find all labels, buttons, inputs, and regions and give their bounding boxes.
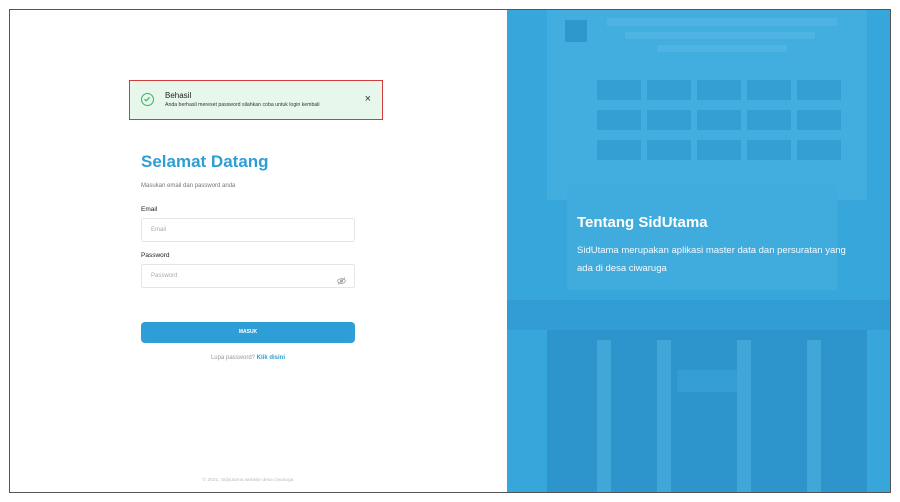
toast-message: Anda berhasil mereset password silahkan … — [165, 102, 320, 108]
password-label: Password — [141, 252, 170, 259]
info-panel: Tentang SidUtama SidUtama merupakan apli… — [507, 10, 890, 492]
password-placeholder: Password — [151, 273, 178, 279]
page-title: Selamat Datang — [141, 152, 269, 171]
success-toast: Behasil Anda berhasil mereset password s… — [129, 80, 383, 120]
forgot-password: Lupa password? Klik disini — [141, 355, 355, 361]
password-field[interactable]: Password — [141, 264, 355, 288]
login-button[interactable]: MASUK — [141, 322, 355, 343]
eye-off-icon[interactable] — [337, 273, 346, 295]
page-subtitle: Masukan email dan password anda — [141, 183, 236, 189]
forgot-text: Lupa password? — [210, 355, 255, 361]
email-field[interactable]: Email — [141, 218, 355, 242]
close-icon[interactable]: × — [365, 94, 371, 105]
app-frame: Behasil Anda berhasil mereset password s… — [9, 9, 891, 493]
footer-copyright: © 2021, Sidyutama website desa ciwaruga — [202, 478, 294, 483]
check-circle-icon — [141, 93, 154, 106]
toast-title: Behasil — [165, 91, 192, 100]
forgot-link[interactable]: Klik disini — [257, 355, 285, 361]
info-heading: Tentang SidUtama — [577, 214, 708, 231]
email-label: Email — [141, 206, 158, 213]
login-panel: Behasil Anda berhasil mereset password s… — [10, 10, 507, 492]
info-text: SidUtama merupakan aplikasi master data … — [577, 245, 846, 274]
email-placeholder: Email — [151, 227, 167, 233]
